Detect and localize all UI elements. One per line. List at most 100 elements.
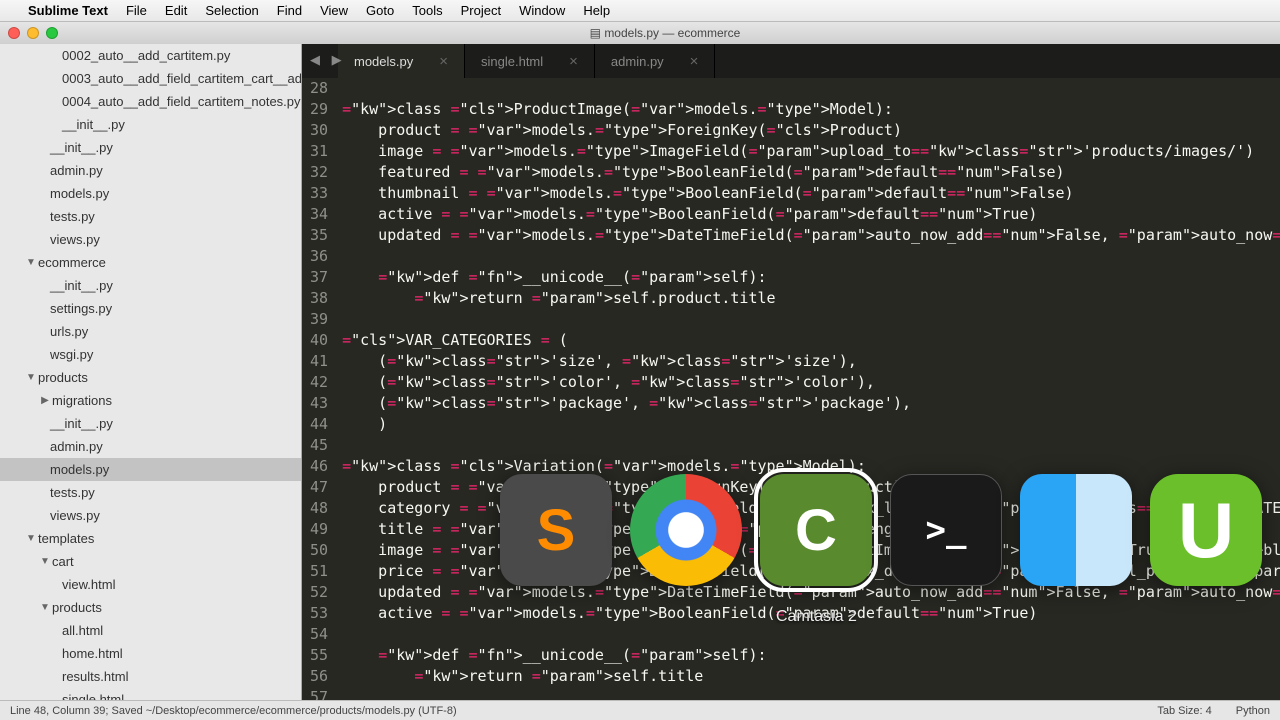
file-tree-label: migrations — [52, 391, 112, 410]
file-tree-item[interactable]: admin.py — [0, 159, 301, 182]
file-tree-item[interactable]: ▼products — [0, 596, 301, 619]
file-tree-item[interactable]: 0002_auto__add_cartitem.py — [0, 44, 301, 67]
line-number-gutter: 28 29 30 31 32 33 34 35 36 37 38 39 40 4… — [302, 78, 342, 700]
menu-view[interactable]: View — [320, 3, 348, 18]
document-icon: ▤ — [590, 26, 605, 40]
switcher-app-chrome[interactable] — [630, 474, 742, 586]
menu-goto[interactable]: Goto — [366, 3, 394, 18]
file-tree-item[interactable]: single.html — [0, 688, 301, 700]
file-tree-item[interactable]: results.html — [0, 665, 301, 688]
tab-bar: ◀ ▶ models.py × single.html × admin.py × — [302, 44, 1280, 78]
file-tree-label: 0004_auto__add_field_cartitem_notes.py — [62, 92, 301, 111]
editor-tab[interactable]: admin.py × — [595, 44, 716, 78]
file-tree-label: wsgi.py — [50, 345, 93, 364]
menu-find[interactable]: Find — [277, 3, 302, 18]
file-tree-item[interactable]: settings.py — [0, 297, 301, 320]
tab-label: admin.py — [611, 54, 664, 69]
tab-label: single.html — [481, 54, 543, 69]
switcher-app-finder[interactable] — [1020, 474, 1132, 586]
file-tree-item[interactable]: ▶migrations — [0, 389, 301, 412]
file-tree-label: __init__.py — [62, 115, 125, 134]
window-title-text: models.py — ecommerce — [604, 26, 740, 40]
file-tree-label: products — [38, 368, 88, 387]
minimize-window-button[interactable] — [27, 27, 39, 39]
menu-file[interactable]: File — [126, 3, 147, 18]
file-tree-item[interactable]: 0003_auto__add_field_cartitem_cart__add_… — [0, 67, 301, 90]
disclosure-arrow-icon[interactable]: ▼ — [26, 529, 36, 548]
file-tree-item[interactable]: admin.py — [0, 435, 301, 458]
code-lines[interactable]: ="kw">class ="cls">ProductImage(="var">m… — [342, 78, 1280, 700]
editor-tab[interactable]: models.py × — [338, 44, 465, 78]
menu-tools[interactable]: Tools — [412, 3, 442, 18]
file-tree-item[interactable]: __init__.py — [0, 113, 301, 136]
status-language[interactable]: Python — [1236, 705, 1270, 717]
switcher-app-udemy[interactable]: U — [1150, 474, 1262, 586]
switcher-app-sublime[interactable]: S — [500, 474, 612, 586]
menu-selection[interactable]: Selection — [205, 3, 258, 18]
file-tree-item[interactable]: tests.py — [0, 481, 301, 504]
close-window-button[interactable] — [8, 27, 20, 39]
file-tree-label: __init__.py — [50, 276, 113, 295]
file-tree-item[interactable]: views.py — [0, 504, 301, 527]
disclosure-arrow-icon[interactable]: ▼ — [26, 253, 36, 272]
app-switcher[interactable]: S C >_ U — [500, 474, 1262, 586]
editor-area: ◀ ▶ models.py × single.html × admin.py × 28 2… — [302, 44, 1280, 700]
file-tree-item[interactable]: __init__.py — [0, 412, 301, 435]
editor-window: ▤ models.py — ecommerce 0002_auto__add_c… — [0, 22, 1280, 720]
close-tab-icon[interactable]: × — [439, 53, 448, 70]
file-tree-label: settings.py — [50, 299, 112, 318]
disclosure-arrow-icon[interactable]: ▼ — [40, 598, 50, 617]
file-tree-label: tests.py — [50, 483, 95, 502]
file-tree-item[interactable]: view.html — [0, 573, 301, 596]
file-tree-item[interactable]: home.html — [0, 642, 301, 665]
file-tree-label: models.py — [50, 184, 109, 203]
editor-tab[interactable]: single.html × — [465, 44, 595, 78]
file-tree-item[interactable]: views.py — [0, 228, 301, 251]
menu-edit[interactable]: Edit — [165, 3, 187, 18]
menu-project[interactable]: Project — [461, 3, 501, 18]
menu-help[interactable]: Help — [583, 3, 610, 18]
file-tree-item[interactable]: tests.py — [0, 205, 301, 228]
traffic-lights — [8, 27, 58, 39]
status-message: Line 48, Column 39; Saved ~/Desktop/ecom… — [10, 705, 1133, 717]
disclosure-arrow-icon[interactable]: ▼ — [40, 552, 50, 571]
file-tree-item[interactable]: 0004_auto__add_field_cartitem_notes.py — [0, 90, 301, 113]
file-tree-label: single.html — [62, 690, 124, 700]
file-tree-label: __init__.py — [50, 414, 113, 433]
file-tree-item[interactable]: ▼ecommerce — [0, 251, 301, 274]
file-tree-item[interactable]: models.py — [0, 182, 301, 205]
file-tree-label: view.html — [62, 575, 115, 594]
file-tree-item[interactable]: urls.py — [0, 320, 301, 343]
file-tree-sidebar[interactable]: 0002_auto__add_cartitem.py0003_auto__add… — [0, 44, 302, 700]
code-editor[interactable]: 28 29 30 31 32 33 34 35 36 37 38 39 40 4… — [302, 78, 1280, 700]
file-tree-item[interactable]: __init__.py — [0, 136, 301, 159]
file-tree-item[interactable]: wsgi.py — [0, 343, 301, 366]
status-tab-size[interactable]: Tab Size: 4 — [1157, 705, 1211, 717]
file-tree-label: home.html — [62, 644, 123, 663]
switcher-app-terminal[interactable]: >_ — [890, 474, 1002, 586]
switcher-app-camtasia[interactable]: C — [760, 474, 872, 586]
file-tree-item[interactable]: __init__.py — [0, 274, 301, 297]
zoom-window-button[interactable] — [46, 27, 58, 39]
close-tab-icon[interactable]: × — [690, 53, 699, 70]
file-tree-label: templates — [38, 529, 94, 548]
file-tree-label: admin.py — [50, 161, 103, 180]
app-name[interactable]: Sublime Text — [28, 3, 108, 18]
file-tree-item[interactable]: ▼templates — [0, 527, 301, 550]
file-tree-item[interactable]: all.html — [0, 619, 301, 642]
file-tree-label: views.py — [50, 506, 100, 525]
file-tree-item[interactable]: ▼cart — [0, 550, 301, 573]
macos-menubar: Sublime Text File Edit Selection Find Vi… — [0, 0, 1280, 22]
disclosure-arrow-icon[interactable]: ▶ — [40, 391, 50, 410]
file-tree-label: cart — [52, 552, 74, 571]
disclosure-arrow-icon[interactable]: ▼ — [26, 368, 36, 387]
tab-label: models.py — [354, 54, 413, 69]
file-tree-label: products — [52, 598, 102, 617]
file-tree-item[interactable]: models.py — [0, 458, 301, 481]
window-title: ▤ models.py — ecommerce — [58, 26, 1272, 40]
file-tree-label: models.py — [50, 460, 109, 479]
tab-nav-arrows[interactable]: ◀ ▶ — [310, 52, 346, 68]
close-tab-icon[interactable]: × — [569, 53, 578, 70]
menu-window[interactable]: Window — [519, 3, 565, 18]
file-tree-item[interactable]: ▼products — [0, 366, 301, 389]
